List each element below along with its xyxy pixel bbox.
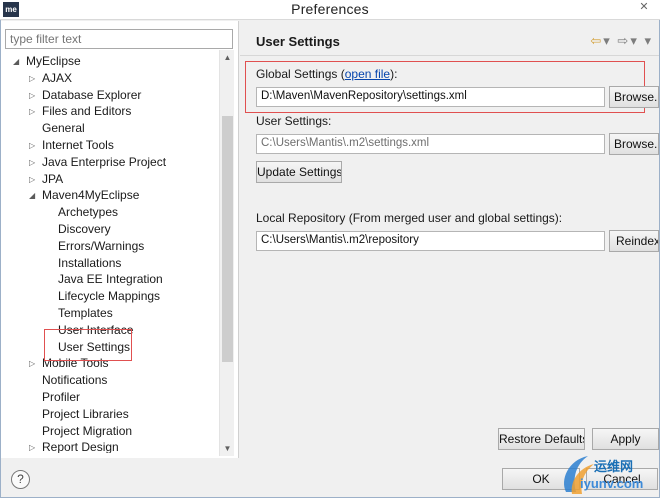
- collapsed-arrow-icon[interactable]: ▷: [29, 171, 39, 188]
- tree-item[interactable]: ▷ Report Design: [29, 439, 119, 453]
- collapsed-arrow-icon[interactable]: ▷: [29, 87, 39, 104]
- help-icon[interactable]: ?: [11, 470, 30, 489]
- close-icon[interactable]: ✕: [632, 0, 656, 15]
- tree-scrollbar[interactable]: ▲ ▼: [219, 50, 234, 456]
- tree-item-label: Archetypes: [58, 205, 119, 220]
- watermark-url: iyunv.com: [580, 476, 644, 491]
- header-separator: [240, 55, 659, 56]
- tree-item[interactable]: Archetypes: [45, 204, 118, 221]
- open-file-link[interactable]: open file: [345, 67, 390, 81]
- page-title: User Settings: [256, 34, 340, 49]
- collapsed-arrow-icon[interactable]: ▷: [29, 103, 39, 120]
- collapsed-arrow-icon[interactable]: ▷: [29, 70, 39, 87]
- tree-item[interactable]: General: [29, 120, 85, 137]
- preferences-tree: ◢ MyEclipse ▷ AJAX ▷ Database Explorer ▷ Files …: [5, 53, 221, 453]
- tree-item-label: Templates: [58, 306, 113, 320]
- tree-item[interactable]: Java EE Integration: [45, 271, 163, 288]
- tree-item[interactable]: Lifecycle Mappings: [45, 288, 160, 305]
- tree-item[interactable]: Notifications: [29, 372, 107, 389]
- tree-item-label: Project Libraries: [42, 406, 129, 421]
- reindex-button[interactable]: Reindex: [609, 230, 659, 252]
- collapsed-arrow-icon[interactable]: ▷: [29, 355, 39, 372]
- tree-item[interactable]: Project Migration: [29, 423, 132, 440]
- tree-item[interactable]: Profiler: [29, 389, 80, 406]
- collapsed-arrow-icon[interactable]: ▷: [29, 137, 39, 154]
- tree-item-label: AJAX: [42, 70, 73, 85]
- tree-item[interactable]: ▷ Database Explorer: [29, 87, 141, 104]
- scroll-up-icon[interactable]: ▲: [220, 50, 235, 65]
- tree-item-label: Report Design: [42, 440, 119, 453]
- restore-defaults-button[interactable]: Restore Defaults: [498, 428, 585, 450]
- scroll-thumb[interactable]: [222, 116, 233, 362]
- tree-item-label: Installations: [58, 255, 122, 270]
- forward-dropdown-icon[interactable]: ▾: [630, 33, 639, 48]
- tree-item[interactable]: Installations: [45, 255, 121, 272]
- window-title: Preferences: [291, 1, 369, 17]
- global-settings-field[interactable]: D:\Maven\MavenRepository\settings.xml: [256, 87, 605, 107]
- tree-item-label: Java Enterprise Project: [42, 154, 167, 169]
- tree-item[interactable]: ▷ JPA: [29, 171, 63, 188]
- tree-item-label: Java EE Integration: [58, 272, 163, 287]
- tree-item-label: Maven4MyEclipse: [42, 188, 140, 203]
- tree-item[interactable]: ▷ Java Enterprise Project: [29, 154, 166, 171]
- expanded-arrow-icon[interactable]: ◢: [29, 187, 39, 204]
- tree-item[interactable]: ◢ Maven4MyEclipse: [29, 187, 139, 204]
- preferences-tree-panel: ◢MyEclipse▷AJAX▷Database Explorer▷Files …: [1, 21, 239, 458]
- tree-item[interactable]: Project Libraries: [29, 406, 129, 423]
- tree-item-label: Errors/Warnings: [58, 238, 145, 253]
- local-repository-field[interactable]: C:\Users\Mantis\.m2\repository: [256, 231, 605, 251]
- user-settings-label: User Settings:: [256, 114, 332, 128]
- tree-item-label: Database Explorer: [42, 87, 142, 102]
- tree-item-label: Discovery: [58, 222, 111, 236]
- tree-item[interactable]: ▷ Files and Editors: [29, 103, 131, 120]
- forward-arrow-icon[interactable]: ⇨: [617, 33, 630, 48]
- tree-item[interactable]: Discovery: [45, 221, 111, 238]
- global-settings-label: Global Settings (open file):: [256, 67, 398, 81]
- watermark-brand: 运维网: [594, 459, 634, 474]
- user-settings-field[interactable]: C:\Users\Mantis\.m2\settings.xml: [256, 134, 605, 154]
- back-arrow-icon[interactable]: ⇦: [590, 33, 603, 48]
- expanded-arrow-icon[interactable]: ◢: [13, 53, 23, 70]
- tree-item[interactable]: Errors/Warnings: [45, 238, 144, 255]
- tree-item[interactable]: ◢ MyEclipse: [13, 53, 81, 70]
- watermark-logo-icon: [564, 456, 594, 494]
- tree-item-label: Notifications: [42, 373, 108, 388]
- tree-item[interactable]: Templates: [45, 305, 113, 322]
- tree-item-label: Project Migration: [42, 423, 133, 438]
- local-repository-label: Local Repository (From merged user and g…: [256, 211, 563, 225]
- page-navigation: ⇦▾ ⇨▾ ▾: [590, 33, 653, 49]
- settings-page: User Settings ⇦▾ ⇨▾ ▾ Global Settings (o…: [240, 21, 659, 458]
- annotation-highlight-user-settings: [44, 329, 132, 361]
- tree-item-label: General: [42, 121, 85, 136]
- scroll-down-icon[interactable]: ▼: [220, 441, 235, 456]
- update-settings-button[interactable]: Update Settings: [256, 161, 342, 183]
- title-bar: me Preferences ✕: [0, 0, 660, 20]
- filter-input[interactable]: [5, 29, 233, 49]
- tree-item-label: Internet Tools: [42, 138, 114, 152]
- tree-item-label: JPA: [42, 171, 64, 186]
- back-dropdown-icon[interactable]: ▾: [603, 33, 612, 48]
- tree-item[interactable]: ▷ AJAX: [29, 70, 72, 87]
- apply-button[interactable]: Apply: [592, 428, 659, 450]
- tree-item-label: Files and Editors: [42, 104, 132, 119]
- tree-item-label: MyEclipse: [26, 54, 81, 68]
- collapsed-arrow-icon[interactable]: ▷: [29, 439, 39, 453]
- user-browse-button[interactable]: Browse...: [609, 133, 659, 155]
- view-menu-icon[interactable]: ▾: [644, 33, 653, 48]
- global-browse-button[interactable]: Browse...: [609, 86, 659, 108]
- tree-item[interactable]: ▷ Internet Tools: [29, 137, 114, 154]
- tree-item-label: Lifecycle Mappings: [58, 289, 161, 304]
- site-watermark: 运维网 iyunv.com: [556, 450, 660, 498]
- collapsed-arrow-icon[interactable]: ▷: [29, 154, 39, 171]
- tree-item-label: Profiler: [42, 390, 81, 404]
